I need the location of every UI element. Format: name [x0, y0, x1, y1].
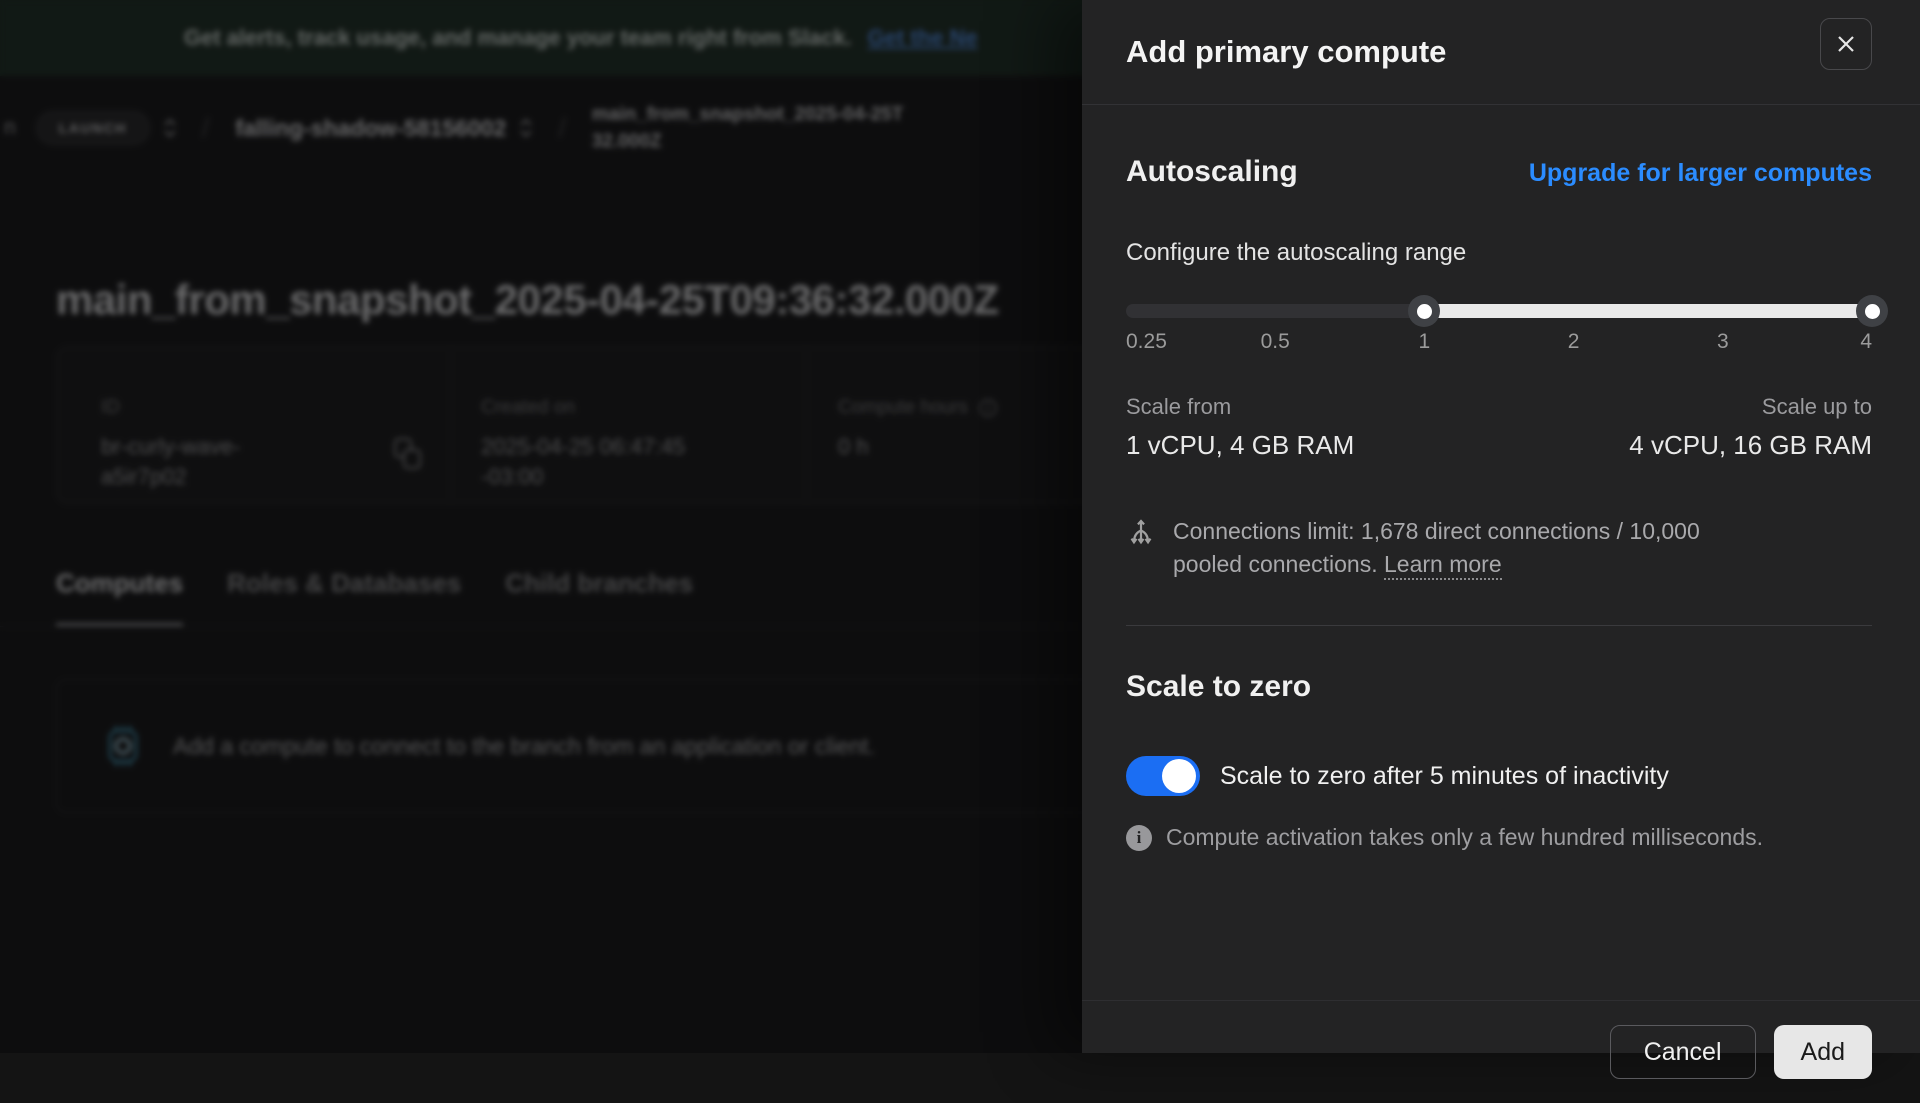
scale-to-zero-toggle[interactable] [1126, 756, 1200, 796]
activation-info: i Compute activation takes only a few hu… [1126, 824, 1872, 851]
section-divider [1126, 625, 1872, 626]
drawer-header: Add primary compute [1082, 0, 1920, 105]
autoscaling-range-slider [1126, 295, 1872, 327]
learn-more-link[interactable]: Learn more [1384, 551, 1502, 580]
scale-from-value: 1 vCPU, 4 GB RAM [1126, 430, 1354, 461]
scale-from-block: Scale from 1 vCPU, 4 GB RAM [1126, 394, 1354, 461]
slider-tick-label: 4 [1860, 330, 1872, 354]
add-button[interactable]: Add [1774, 1025, 1872, 1079]
slider-ticks: 0.25 0.5 1 2 3 4 [1126, 330, 1872, 356]
cancel-button[interactable]: Cancel [1610, 1025, 1756, 1079]
drawer-footer: Cancel Add [1082, 1000, 1920, 1103]
scale-up-to-label: Scale up to [1629, 394, 1872, 420]
slider-max-handle[interactable] [1856, 295, 1888, 327]
scale-to-zero-toggle-label: Scale to zero after 5 minutes of inactiv… [1220, 762, 1669, 791]
toggle-knob [1162, 759, 1196, 793]
drawer-body: Autoscaling Upgrade for larger computes … [1082, 155, 1920, 1103]
upgrade-link[interactable]: Upgrade for larger computes [1529, 159, 1872, 188]
split-connections-icon [1126, 517, 1156, 549]
slider-min-handle[interactable] [1408, 295, 1440, 327]
autoscaling-heading: Autoscaling [1126, 155, 1298, 189]
scale-from-label: Scale from [1126, 394, 1354, 420]
add-compute-drawer: Add primary compute Autoscaling Upgrade … [1082, 0, 1920, 1053]
slider-selected-range[interactable] [1424, 304, 1872, 318]
slider-tick-label: 0.25 [1126, 330, 1167, 354]
drawer-title: Add primary compute [1126, 34, 1446, 70]
info-icon: i [1126, 825, 1152, 851]
scale-up-to-value: 4 vCPU, 16 GB RAM [1629, 430, 1872, 461]
slider-tick-label: 1 [1419, 330, 1431, 354]
close-icon [1835, 33, 1857, 55]
activation-info-text: Compute activation takes only a few hund… [1166, 824, 1763, 851]
close-button[interactable] [1820, 18, 1872, 70]
slider-tick-label: 3 [1717, 330, 1729, 354]
scale-to-zero-heading: Scale to zero [1126, 670, 1872, 704]
slider-tick-label: 2 [1568, 330, 1580, 354]
scale-up-to-block: Scale up to 4 vCPU, 16 GB RAM [1629, 394, 1872, 461]
connections-limit-note: Connections limit: 1,678 direct connecti… [1126, 515, 1872, 581]
slider-tick-label: 0.5 [1261, 330, 1290, 354]
connections-limit-text: Connections limit: 1,678 direct connecti… [1173, 515, 1765, 581]
autoscaling-range-label: Configure the autoscaling range [1126, 239, 1872, 267]
